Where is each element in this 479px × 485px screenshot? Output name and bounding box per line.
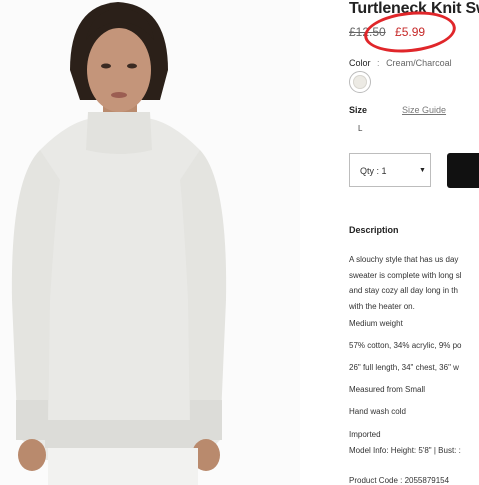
size-guide-link[interactable]: Size Guide — [402, 105, 446, 115]
product-info: Turtleneck Knit Sw £12.50 £5.99 Color : … — [349, 0, 479, 485]
spec-model-info: Model Info: Height: 5'8" | Bust: : — [349, 446, 461, 455]
description-heading: Description — [349, 225, 399, 235]
product-code: Product Code : 2055879154 — [349, 476, 450, 485]
color-value: Cream/Charcoal — [386, 58, 452, 68]
caret-down-icon: ▼ — [419, 167, 426, 174]
color-separator: : — [377, 58, 380, 68]
spec-measurements: 26" full length, 34" chest, 36" w — [349, 363, 459, 372]
size-option-l[interactable]: L — [358, 124, 362, 133]
quantity-value: Qty : 1 — [360, 166, 387, 176]
swatch-fill — [353, 75, 367, 89]
spec-care: Hand wash cold — [349, 407, 406, 416]
color-row: Color : Cream/Charcoal — [349, 58, 452, 68]
description-line: sweater is complete with long sl — [349, 270, 462, 280]
description-line: A slouchy style that has us day — [349, 255, 459, 264]
quantity-select[interactable]: Qty : 1 ▼ — [349, 153, 431, 187]
description-line: with the heater on. — [349, 301, 415, 311]
product-photo-illustration — [0, 0, 300, 485]
color-label: Color — [349, 58, 371, 68]
spec-weight: Medium weight — [349, 319, 403, 328]
description-line: and stay cozy all day long in th — [349, 286, 458, 295]
spec-material: 57% cotton, 34% acrylic, 9% po — [349, 341, 462, 350]
spec-origin: Imported — [349, 430, 381, 439]
spec-measured-from: Measured from Small — [349, 385, 426, 394]
color-swatch-cream-charcoal[interactable] — [349, 71, 371, 93]
product-image[interactable] — [0, 0, 300, 485]
description-text: A slouchy style that has us day sweater … — [349, 252, 479, 314]
size-label: Size — [349, 105, 368, 115]
add-to-bag-button[interactable] — [447, 153, 479, 188]
